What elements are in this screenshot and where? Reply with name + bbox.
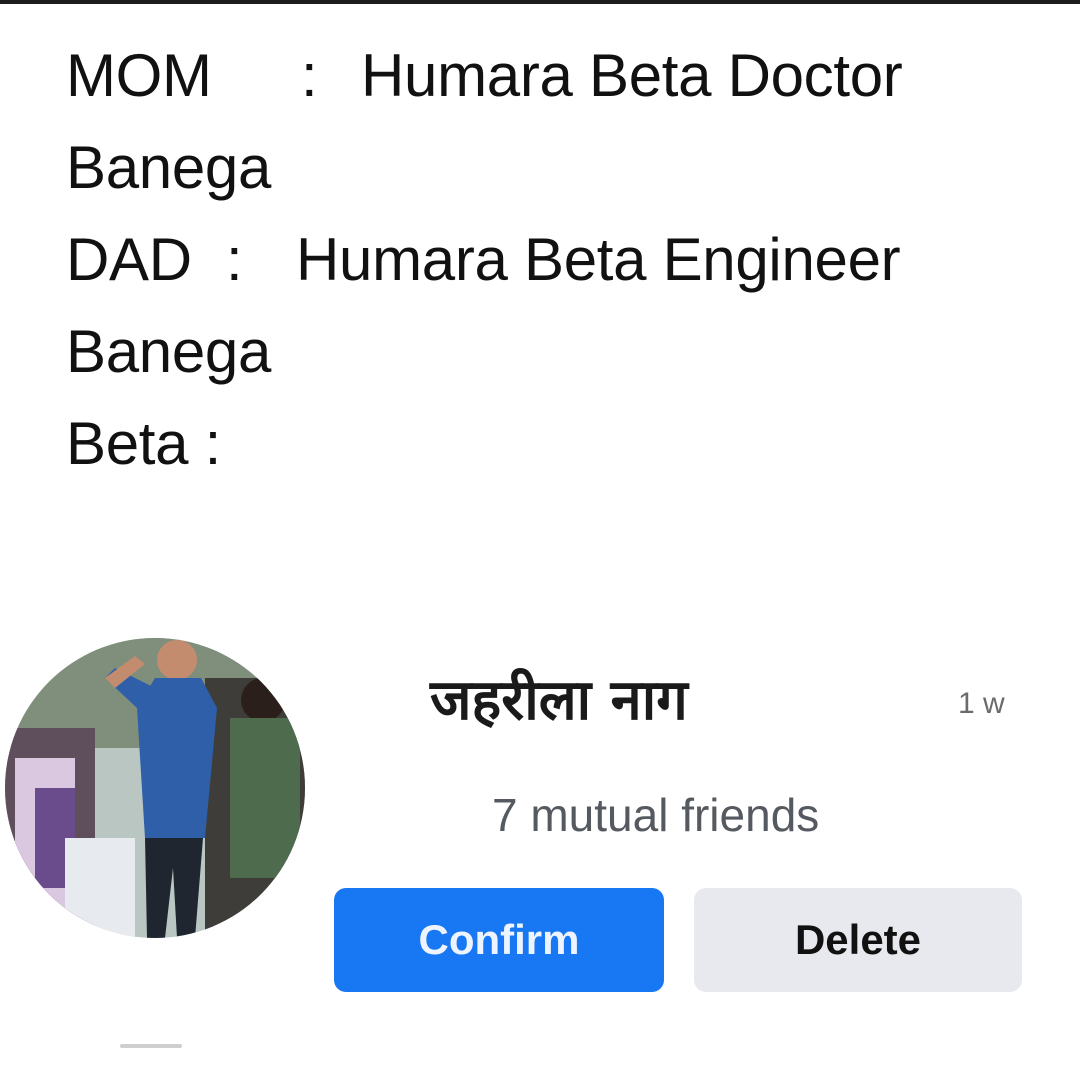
dad-line: DAD: Humara Beta Engineer [66, 214, 1046, 306]
dad-speaker: DAD [66, 226, 192, 293]
profile-photo-avatar[interactable] [5, 638, 305, 938]
mom-colon: : [301, 42, 318, 109]
top-divider [0, 0, 1080, 4]
beta-colon: : [204, 410, 222, 477]
delete-button[interactable]: Delete [694, 888, 1022, 992]
mom-speaker: MOM [66, 42, 212, 109]
avatar-image [5, 638, 305, 938]
mom-line-continued: Banega [66, 134, 272, 201]
bottom-divider [120, 1044, 182, 1048]
mom-dialogue: Humara Beta Doctor [361, 42, 903, 109]
dad-dialogue: Humara Beta Engineer [296, 226, 901, 293]
mutual-friends-count[interactable]: 7 mutual friends [492, 788, 819, 842]
friend-request-card: जहरीला नाग 1 w 7 mutual friends Confirm … [0, 620, 1080, 1060]
requester-name[interactable]: जहरीला नाग [430, 660, 688, 736]
beta-line: Beta : [66, 398, 1046, 490]
dad-line-continued: Banega [66, 318, 272, 385]
beta-speaker: Beta [66, 410, 189, 477]
dad-colon: : [226, 226, 243, 293]
confirm-button[interactable]: Confirm [334, 888, 664, 992]
meme-caption: MOM: Humara Beta Doctor Banega DAD: Humara… [66, 30, 1046, 490]
mom-line: MOM: Humara Beta Doctor [66, 30, 1046, 122]
request-time: 1 w [958, 687, 1005, 720]
